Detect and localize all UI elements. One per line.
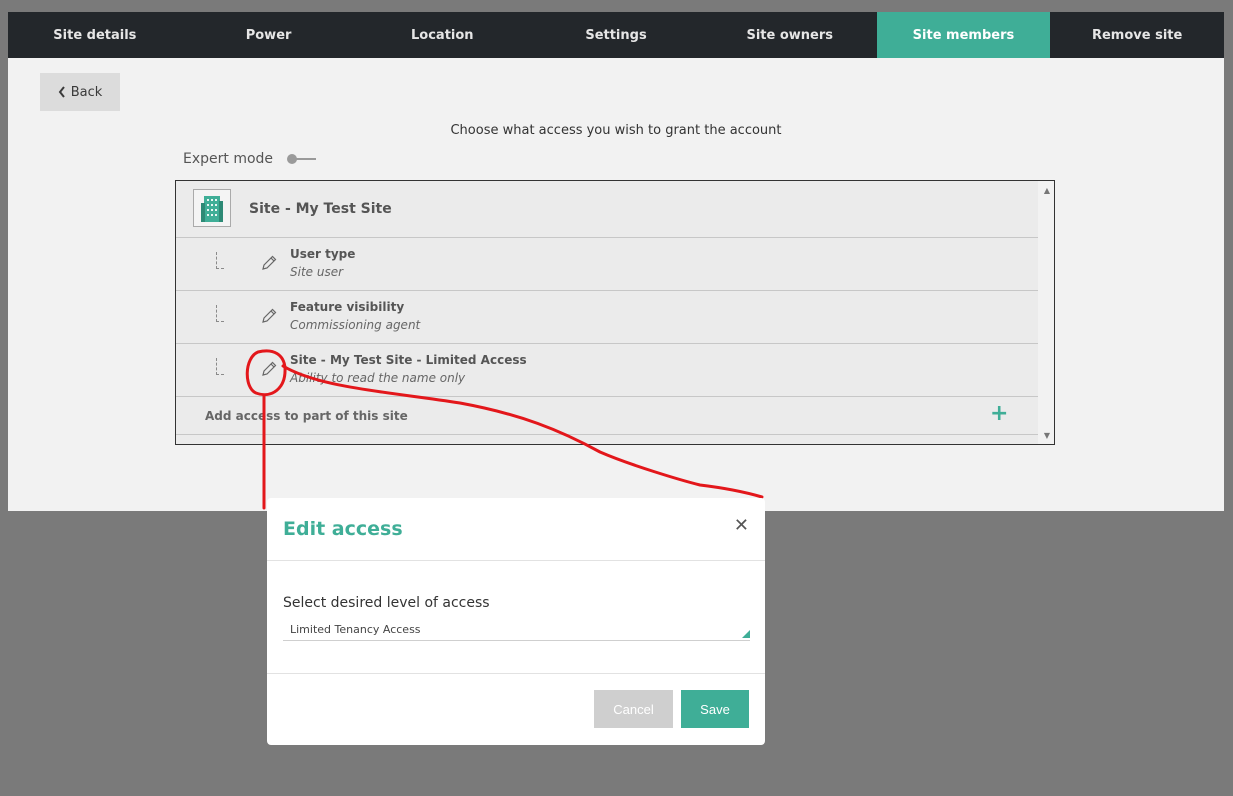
page-background: Site details Power Location Settings Sit… <box>8 12 1224 511</box>
tree-connector <box>216 358 224 375</box>
tree-connector <box>216 305 224 322</box>
pencil-icon[interactable] <box>260 254 278 272</box>
add-access-label: Add access to part of this site <box>205 409 408 423</box>
pencil-icon[interactable] <box>260 360 278 378</box>
expert-mode-label: Expert mode <box>183 151 274 167</box>
save-button[interactable]: Save <box>681 690 749 728</box>
dropdown-caret-icon <box>742 630 750 638</box>
tab-remove-site[interactable]: Remove site <box>1050 12 1224 58</box>
tab-bar: Site details Power Location Settings Sit… <box>8 12 1224 58</box>
tab-location[interactable]: Location <box>355 12 529 58</box>
building-icon <box>193 189 231 227</box>
row-subtitle: Ability to read the name only <box>290 371 466 385</box>
access-level-select[interactable]: Limited Tenancy Access <box>283 618 750 641</box>
add-access-row[interactable]: Add access to part of this site + <box>176 397 1039 435</box>
tree-connector <box>216 252 224 269</box>
row-subtitle: Site user <box>290 265 344 279</box>
plus-icon[interactable]: + <box>990 402 1008 426</box>
row-title: User type <box>290 247 356 261</box>
pencil-icon[interactable] <box>260 307 278 325</box>
tab-site-members[interactable]: Site members <box>876 12 1051 58</box>
access-list: Site - My Test Site User type Site user … <box>175 180 1055 445</box>
access-level-label: Select desired level of access <box>283 595 490 611</box>
close-icon[interactable]: ✕ <box>734 515 749 536</box>
access-prompt: Choose what access you wish to grant the… <box>450 123 782 138</box>
access-level-value: Limited Tenancy Access <box>290 623 421 636</box>
access-row-limited-access: Site - My Test Site - Limited Access Abi… <box>176 344 1039 397</box>
edit-access-modal: Edit access ✕ Select desired level of ac… <box>267 498 765 745</box>
back-label: Back <box>70 84 103 100</box>
tab-power[interactable]: Power <box>182 12 356 58</box>
row-title: Site - My Test Site - Limited Access <box>290 353 527 367</box>
list-scrollbar[interactable]: ▲ ▼ <box>1038 181 1054 444</box>
site-title: Site - My Test Site <box>249 201 392 217</box>
tab-site-details[interactable]: Site details <box>8 12 182 58</box>
access-row-user-type: User type Site user <box>176 238 1039 291</box>
modal-title: Edit access <box>283 518 403 540</box>
chevron-left-icon <box>58 86 65 98</box>
back-button[interactable]: Back <box>40 73 120 111</box>
tab-site-owners[interactable]: Site owners <box>703 12 877 58</box>
divider <box>267 560 765 561</box>
site-header: Site - My Test Site <box>176 181 1039 238</box>
divider <box>267 673 765 674</box>
expert-mode: Expert mode <box>183 151 317 167</box>
row-subtitle: Commissioning agent <box>290 318 421 332</box>
tab-settings[interactable]: Settings <box>529 12 703 58</box>
scroll-down-icon[interactable]: ▼ <box>1044 431 1050 440</box>
cancel-button[interactable]: Cancel <box>594 690 673 728</box>
expert-mode-toggle[interactable] <box>287 154 317 164</box>
row-title: Feature visibility <box>290 300 405 314</box>
access-row-feature-visibility: Feature visibility Commissioning agent <box>176 291 1039 344</box>
scroll-up-icon[interactable]: ▲ <box>1044 186 1050 195</box>
